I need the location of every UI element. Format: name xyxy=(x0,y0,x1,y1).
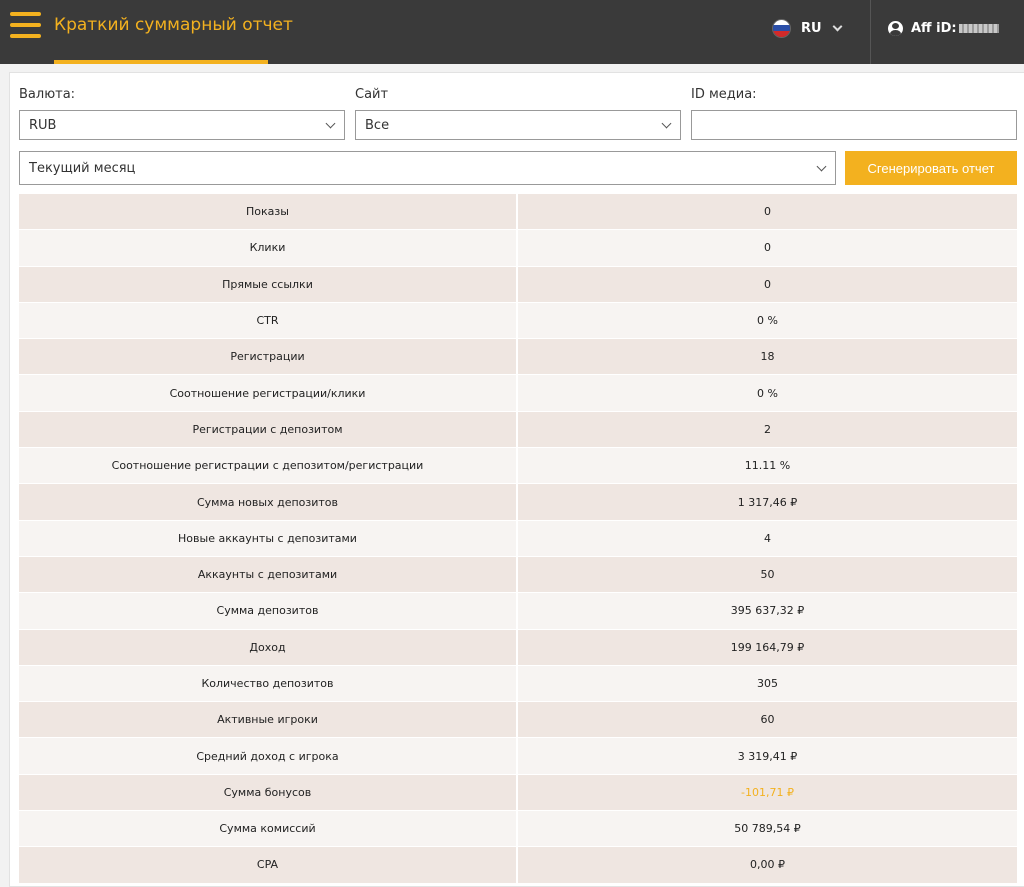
metric-value: 2 xyxy=(518,411,1017,449)
metric-value: 305 xyxy=(518,665,1017,703)
table-row: Новые аккаунты с депозитами 4 xyxy=(19,520,1017,557)
period-select[interactable]: Текущий месяц xyxy=(19,151,836,185)
table-row: Количество депозитов 305 xyxy=(19,665,1017,703)
currency-select[interactable]: RUB xyxy=(19,110,345,140)
table-row: Сумма новых депозитов 1 317,46 ₽ xyxy=(19,484,1017,521)
media-id-input[interactable] xyxy=(691,110,1017,140)
currency-value: RUB xyxy=(29,117,57,133)
table-row: Клики 0 xyxy=(19,230,1017,267)
chevron-down-icon xyxy=(816,161,827,172)
metric-name: Средний доход с игрока xyxy=(19,738,518,775)
metric-name: Сумма новых депозитов xyxy=(19,484,518,521)
metric-name: Сумма комиссий xyxy=(19,811,518,848)
chevron-down-icon xyxy=(661,118,672,129)
site-value: Все xyxy=(365,117,390,133)
table-row: Соотношение регистрации/клики 0 % xyxy=(19,375,1017,412)
metric-value: 50 xyxy=(518,556,1017,594)
page-title: Краткий суммарный отчет xyxy=(54,15,293,35)
aff-id-label: Aff iD: xyxy=(911,20,957,36)
table-row: Регистрации с депозитом 2 xyxy=(19,411,1017,449)
metric-value: 0,00 ₽ xyxy=(518,847,1017,884)
title-underline xyxy=(54,60,268,64)
metric-value: 1 317,46 ₽ xyxy=(518,484,1017,521)
table-row: Прямые ссылки 0 xyxy=(19,266,1017,303)
metric-name: Сумма бонусов xyxy=(19,774,518,812)
summary-table: Показы 0 Клики 0 Прямые ссылки 0 CTR 0 % Регистр… xyxy=(19,194,1017,884)
site-label: Сайт xyxy=(355,87,389,102)
metric-value: 199 164,79 ₽ xyxy=(518,629,1017,666)
header-divider xyxy=(870,0,871,64)
metric-value: 0 % xyxy=(518,375,1017,412)
media-label: ID медиа: xyxy=(691,87,757,102)
table-row: Сумма комиссий 50 789,54 ₽ xyxy=(19,811,1017,848)
metric-value: 395 637,32 ₽ xyxy=(518,593,1017,630)
metric-name: Показы xyxy=(19,194,518,231)
table-row: Показы 0 xyxy=(19,194,1017,231)
metric-name: Прямые ссылки xyxy=(19,266,518,303)
chevron-down-icon xyxy=(325,118,336,129)
language-selector[interactable]: RU xyxy=(772,17,843,39)
metric-value: 0 % xyxy=(518,302,1017,340)
metric-value: -101,71 ₽ xyxy=(518,774,1017,812)
metric-name: Количество депозитов xyxy=(19,665,518,703)
metric-value: 60 xyxy=(518,702,1017,739)
table-row: Соотношение регистрации с депозитом/реги… xyxy=(19,448,1017,485)
metric-value: 3 319,41 ₽ xyxy=(518,738,1017,775)
russia-flag-icon xyxy=(772,18,791,38)
metric-name: Регистрации с депозитом xyxy=(19,411,518,449)
aff-id-masked xyxy=(958,23,999,33)
metric-value: 0 xyxy=(518,266,1017,303)
top-bar: Краткий суммарный отчет RU Aff iD: xyxy=(0,0,1024,64)
metric-name: Клики xyxy=(19,230,518,267)
metric-name: Новые аккаунты с депозитами xyxy=(19,520,518,557)
menu-icon[interactable] xyxy=(10,12,42,38)
table-row: Средний доход с игрока 3 319,41 ₽ xyxy=(19,738,1017,775)
metric-value: 0 xyxy=(518,194,1017,231)
metric-name: Аккаунты с депозитами xyxy=(19,556,518,594)
table-row: Регистрации 18 xyxy=(19,339,1017,376)
metric-value: 50 789,54 ₽ xyxy=(518,811,1017,848)
metric-name: Регистрации xyxy=(19,339,518,376)
user-icon xyxy=(888,20,903,36)
currency-label: Валюта: xyxy=(19,87,76,102)
account-menu[interactable]: Aff iD: xyxy=(888,17,999,39)
table-row: Доход 199 164,79 ₽ xyxy=(19,629,1017,666)
table-row: CTR 0 % xyxy=(19,302,1017,340)
metric-name: CTR xyxy=(19,302,518,340)
site-select[interactable]: Все xyxy=(355,110,681,140)
table-row: CPA 0,00 ₽ xyxy=(19,847,1017,884)
language-code: RU xyxy=(801,20,822,36)
metric-name: Сумма депозитов xyxy=(19,593,518,630)
metric-value: 4 xyxy=(518,520,1017,557)
metric-name: Активные игроки xyxy=(19,702,518,739)
table-row: Сумма бонусов -101,71 ₽ xyxy=(19,774,1017,812)
metric-value: 11.11 % xyxy=(518,448,1017,485)
table-row: Активные игроки 60 xyxy=(19,702,1017,739)
table-row: Сумма депозитов 395 637,32 ₽ xyxy=(19,593,1017,630)
metric-name: Доход xyxy=(19,629,518,666)
period-value: Текущий месяц xyxy=(29,160,136,176)
table-row: Аккаунты с депозитами 50 xyxy=(19,556,1017,594)
metric-name: CPA xyxy=(19,847,518,884)
metric-value: 18 xyxy=(518,339,1017,376)
metric-name: Соотношение регистрации с депозитом/реги… xyxy=(19,448,518,485)
chevron-down-icon xyxy=(832,21,843,31)
generate-report-button[interactable]: Сгенерировать отчет xyxy=(845,151,1017,185)
metric-name: Соотношение регистрации/клики xyxy=(19,375,518,412)
metric-value: 0 xyxy=(518,230,1017,267)
